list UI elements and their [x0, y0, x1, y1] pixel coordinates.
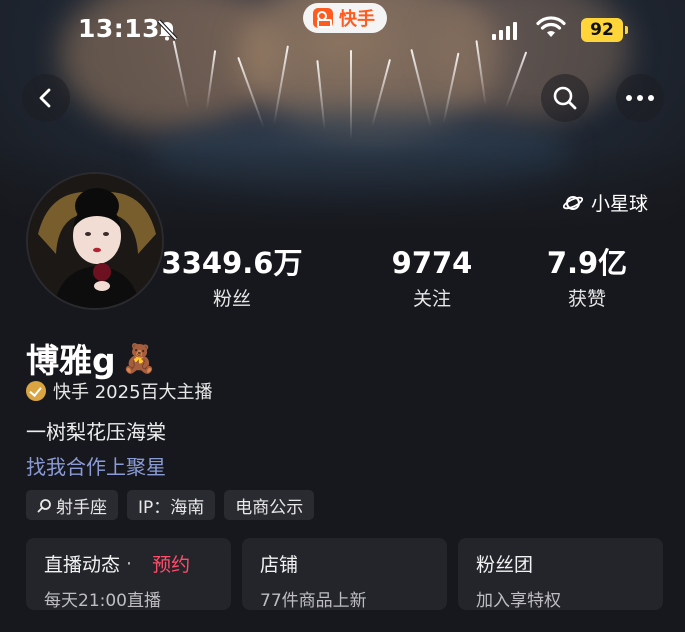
badge-text: 快手 2025百大主播	[53, 382, 213, 403]
live-card[interactable]: 直播动态 · 预约 每天21:00直播	[26, 538, 231, 611]
stat-followers[interactable]: 3349.6万 粉丝	[157, 246, 307, 311]
tag-label: IP：海南	[138, 497, 205, 518]
profile-bio: 一树梨花压海棠	[26, 420, 166, 444]
stat-label: 粉丝	[212, 288, 251, 310]
fans-card-title: 粉丝团	[476, 554, 534, 576]
kuaishou-logo-icon	[313, 8, 333, 28]
live-card-subtitle: 每天21:00直播	[44, 591, 161, 611]
tag-label: 电商公示	[235, 497, 304, 518]
verified-icon	[26, 381, 46, 401]
battery-icon: 92	[581, 18, 628, 42]
more-icon	[626, 95, 654, 101]
planet-label: 小星球	[591, 193, 649, 215]
search-icon	[37, 498, 51, 512]
teddy-bear-icon: 🧸	[121, 341, 157, 375]
tag-ip[interactable]: IP：海南	[127, 490, 216, 520]
shop-card[interactable]: 店铺 77件商品上新	[242, 538, 447, 611]
wifi-icon	[536, 16, 566, 37]
profile-name-row: 博雅g 🧸	[26, 334, 157, 382]
live-card-title: 直播动态	[44, 554, 121, 576]
stat-value: 9774	[391, 246, 473, 280]
profile-tags: 射手座 IP：海南 电商公示	[26, 490, 315, 520]
avatar-image	[28, 174, 162, 308]
shop-card-subtitle: 77件商品上新	[260, 591, 367, 611]
profile-name: 博雅g	[26, 341, 116, 380]
separator-dot: ·	[126, 552, 133, 575]
back-button[interactable]	[22, 74, 70, 122]
more-button[interactable]	[616, 74, 664, 122]
chevron-left-icon	[39, 88, 51, 108]
stat-label: 获赞	[567, 288, 606, 310]
fans-card-subtitle: 加入享特权	[476, 591, 561, 611]
bell-muted-icon	[157, 19, 178, 41]
planet-icon	[562, 195, 584, 210]
stat-likes[interactable]: 7.9亿 获赞	[512, 246, 662, 311]
signal-icon	[492, 20, 517, 40]
search-button[interactable]	[541, 74, 589, 122]
avatar[interactable]	[26, 172, 164, 310]
search-icon	[553, 86, 577, 110]
stat-following[interactable]: 9774 关注	[357, 246, 507, 311]
fans-card[interactable]: 粉丝团 加入享特权	[458, 538, 663, 611]
planet-link[interactable]: 小星球	[562, 189, 648, 216]
stat-value: 7.9亿	[546, 246, 628, 280]
app-name: 快手	[339, 9, 375, 30]
cooperation-link[interactable]: 找我合作上聚星	[26, 451, 166, 480]
tag-label: 射手座	[56, 497, 107, 518]
stat-label: 关注	[412, 288, 451, 310]
tag-ecommerce[interactable]: 电商公示	[224, 490, 315, 520]
tag-zodiac[interactable]: 射手座	[26, 490, 118, 520]
stat-value: 3349.6万	[161, 246, 303, 280]
app-indicator[interactable]: 快手	[303, 3, 387, 33]
creator-badge[interactable]: 快手 2025百大主播	[26, 378, 213, 404]
reserve-label: 预约	[152, 554, 191, 576]
status-time: 13:13	[78, 14, 161, 43]
shop-card-title: 店铺	[260, 554, 299, 576]
